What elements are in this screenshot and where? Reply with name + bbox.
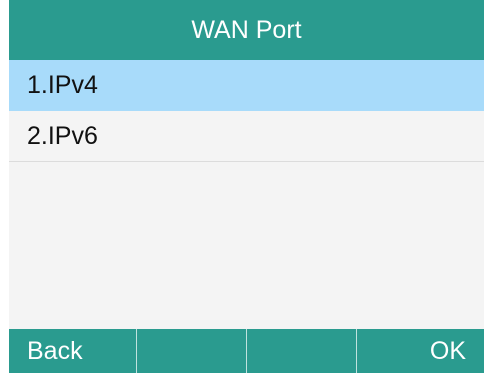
menu-item-label: 2.IPv6 [27, 121, 98, 150]
title-bar: WAN Port [9, 0, 484, 60]
menu-item-label: 1.IPv4 [27, 70, 98, 99]
menu-item-ipv6[interactable]: 2.IPv6 [9, 111, 484, 162]
softkey-2[interactable] [137, 329, 247, 373]
back-softkey-label: Back [27, 336, 83, 365]
menu-list: 1.IPv4 2.IPv6 [9, 60, 484, 162]
ok-softkey-label: OK [429, 336, 466, 365]
menu-item-ipv4[interactable]: 1.IPv4 [9, 60, 484, 111]
ok-softkey[interactable]: OK [357, 329, 484, 373]
phone-screen: WAN Port 1.IPv4 2.IPv6 Back OK [9, 0, 484, 373]
softkey-bar: Back OK [9, 329, 484, 373]
page-title: WAN Port [191, 15, 302, 44]
softkey-3[interactable] [247, 329, 357, 373]
back-softkey[interactable]: Back [9, 329, 137, 373]
